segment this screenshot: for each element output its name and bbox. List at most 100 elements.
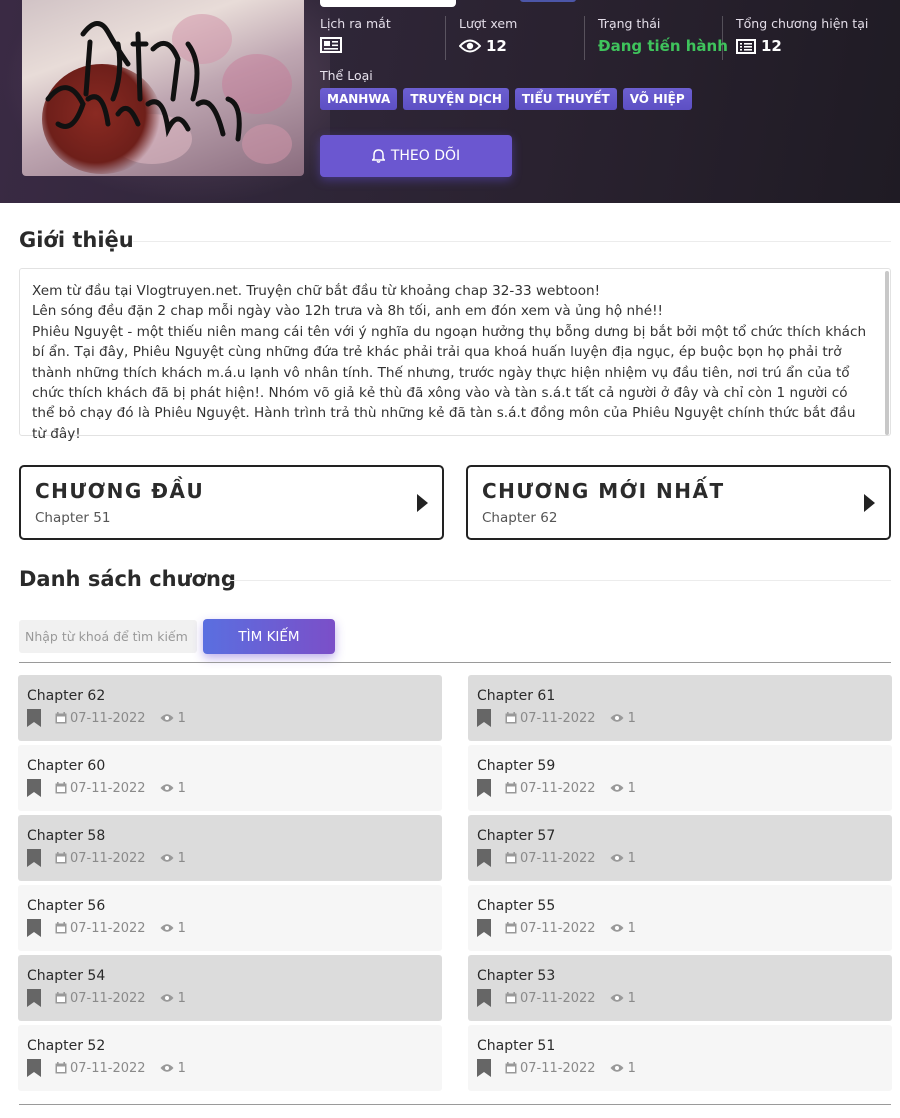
chapter-meta: 07-11-2022 1 xyxy=(27,1059,186,1077)
bookmark-icon[interactable] xyxy=(477,779,491,797)
chapter-name: Chapter 51 xyxy=(477,1038,556,1054)
chapter-item[interactable]: Chapter 62 07-11-2022 1 xyxy=(18,675,442,741)
genre-tag[interactable]: VÕ HIỆP xyxy=(622,88,692,110)
chapter-item[interactable]: Chapter 59 07-11-2022 1 xyxy=(468,745,892,811)
chapter-item[interactable]: Chapter 55 07-11-2022 1 xyxy=(468,885,892,951)
eye-icon xyxy=(160,854,174,862)
list-top-divider xyxy=(19,662,891,663)
chapter-meta: 07-11-2022 1 xyxy=(477,919,636,937)
chapter-item[interactable]: Chapter 54 07-11-2022 1 xyxy=(18,955,442,1021)
genre-tag[interactable]: TRUYỆN DỊCH xyxy=(403,88,509,110)
chapter-name: Chapter 59 xyxy=(477,758,556,774)
intro-heading: Giới thiệu xyxy=(19,228,134,252)
chapter-date: 07-11-2022 xyxy=(70,850,146,866)
manga-header: Lịch ra mắt Lượt xem 12 Trạng thái Đang … xyxy=(0,0,900,203)
genre-tag[interactable]: TIỂU THUYẾT xyxy=(514,88,617,110)
intro-scrollbar[interactable] xyxy=(885,271,889,435)
chapter-item[interactable]: Chapter 61 07-11-2022 1 xyxy=(468,675,892,741)
chapter-name: Chapter 61 xyxy=(477,688,556,704)
cover-logo xyxy=(45,21,242,142)
stat-total-label: Tổng chương hiện tại xyxy=(736,16,869,31)
calendar-icon xyxy=(55,782,67,794)
first-chapter-name: Chapter 51 xyxy=(35,510,111,526)
search-button[interactable]: TÌM KIẾM xyxy=(203,619,335,654)
eye-icon xyxy=(459,39,481,53)
bookmark-icon[interactable] xyxy=(27,779,41,797)
eye-icon xyxy=(160,784,174,792)
calendar-icon xyxy=(55,992,67,1004)
genre-tag[interactable]: MANHWA xyxy=(320,88,398,110)
intro-line: Phiêu Nguyệt - một thiếu niên mang cái t… xyxy=(32,323,867,442)
bookmark-icon[interactable] xyxy=(27,919,41,937)
play-arrow-icon xyxy=(864,494,875,512)
first-chapter-title: CHƯƠNG ĐẦU xyxy=(35,479,205,503)
intro-text-box[interactable]: Xem từ đầu tại Vlogtruyen.net. Truyện ch… xyxy=(19,268,891,442)
stat-views: Lượt xem 12 xyxy=(446,16,585,60)
stat-views-label: Lượt xem xyxy=(459,16,518,31)
chapter-meta: 07-11-2022 1 xyxy=(477,709,636,727)
stat-status-value: Đang tiến hành xyxy=(598,37,728,55)
chapter-search-input[interactable] xyxy=(19,620,197,653)
chapter-item[interactable]: Chapter 51 07-11-2022 1 xyxy=(468,1025,892,1091)
chapter-item[interactable]: Chapter 53 07-11-2022 1 xyxy=(468,955,892,1021)
chapter-meta: 07-11-2022 1 xyxy=(477,1059,636,1077)
calendar-icon xyxy=(55,1062,67,1074)
chapter-views: 1 xyxy=(627,920,636,936)
bookmark-icon[interactable] xyxy=(477,849,491,867)
chapter-views: 1 xyxy=(177,920,186,936)
follow-button[interactable]: THEO DÕI xyxy=(320,135,512,177)
bookmark-icon[interactable] xyxy=(477,1059,491,1077)
chapter-item[interactable]: Chapter 56 07-11-2022 1 xyxy=(18,885,442,951)
list-icon xyxy=(736,38,756,54)
bookmark-icon[interactable] xyxy=(27,849,41,867)
chapter-list-heading: Danh sách chương xyxy=(19,567,236,591)
chapter-name: Chapter 60 xyxy=(27,758,106,774)
chapter-meta: 07-11-2022 1 xyxy=(27,919,186,937)
chapter-name: Chapter 54 xyxy=(27,968,106,984)
newspaper-icon xyxy=(320,37,342,53)
stat-views-count: 12 xyxy=(486,37,507,55)
chapter-list-heading-line xyxy=(228,580,891,581)
eye-icon xyxy=(160,1064,174,1072)
eye-icon xyxy=(610,784,624,792)
bookmark-icon[interactable] xyxy=(477,989,491,1007)
top-button-edge[interactable] xyxy=(520,0,576,2)
bookmark-icon[interactable] xyxy=(477,709,491,727)
stat-status: Trạng thái Đang tiến hành xyxy=(585,16,728,60)
latest-chapter-card[interactable]: CHƯƠNG MỚI NHẤT Chapter 62 xyxy=(466,465,891,540)
chapter-name: Chapter 56 xyxy=(27,898,106,914)
calendar-icon xyxy=(505,922,517,934)
chapter-date: 07-11-2022 xyxy=(520,780,596,796)
eye-icon xyxy=(610,854,624,862)
chapter-name: Chapter 52 xyxy=(27,1038,106,1054)
bookmark-icon[interactable] xyxy=(477,919,491,937)
chapter-date: 07-11-2022 xyxy=(70,990,146,1006)
chapter-date: 07-11-2022 xyxy=(70,780,146,796)
chapter-item[interactable]: Chapter 57 07-11-2022 1 xyxy=(468,815,892,881)
intro-line: Lên sóng đều đặn 2 chap mỗi ngày vào 12h… xyxy=(32,303,664,320)
chapter-item[interactable]: Chapter 52 07-11-2022 1 xyxy=(18,1025,442,1091)
first-chapter-card[interactable]: CHƯƠNG ĐẦU Chapter 51 xyxy=(19,465,444,540)
stats-row: Lịch ra mắt Lượt xem 12 Trạng thái Đang … xyxy=(320,16,883,60)
chapter-date: 07-11-2022 xyxy=(70,920,146,936)
chapter-grid: Chapter 62 07-11-2022 1 Chapter 61 07-11-202… xyxy=(18,675,892,1091)
calendar-icon xyxy=(55,712,67,724)
cover-image xyxy=(22,0,304,176)
chapter-views: 1 xyxy=(177,780,186,796)
chapter-item[interactable]: Chapter 60 07-11-2022 1 xyxy=(18,745,442,811)
eye-icon xyxy=(160,714,174,722)
bookmark-icon[interactable] xyxy=(27,989,41,1007)
bookmark-icon[interactable] xyxy=(27,1059,41,1077)
bookmark-icon[interactable] xyxy=(27,709,41,727)
chapter-date: 07-11-2022 xyxy=(520,990,596,1006)
follow-button-label: THEO DÕI xyxy=(390,148,461,164)
chapter-name: Chapter 58 xyxy=(27,828,106,844)
chapter-views: 1 xyxy=(627,1060,636,1076)
genres-label: Thể Loại xyxy=(320,68,373,83)
chapter-date: 07-11-2022 xyxy=(520,920,596,936)
list-bottom-divider xyxy=(19,1104,891,1105)
chapter-item[interactable]: Chapter 58 07-11-2022 1 xyxy=(18,815,442,881)
calendar-icon xyxy=(505,712,517,724)
top-search-edge[interactable] xyxy=(320,0,456,7)
stat-total-chapters: Tổng chương hiện tại 12 xyxy=(723,16,883,60)
